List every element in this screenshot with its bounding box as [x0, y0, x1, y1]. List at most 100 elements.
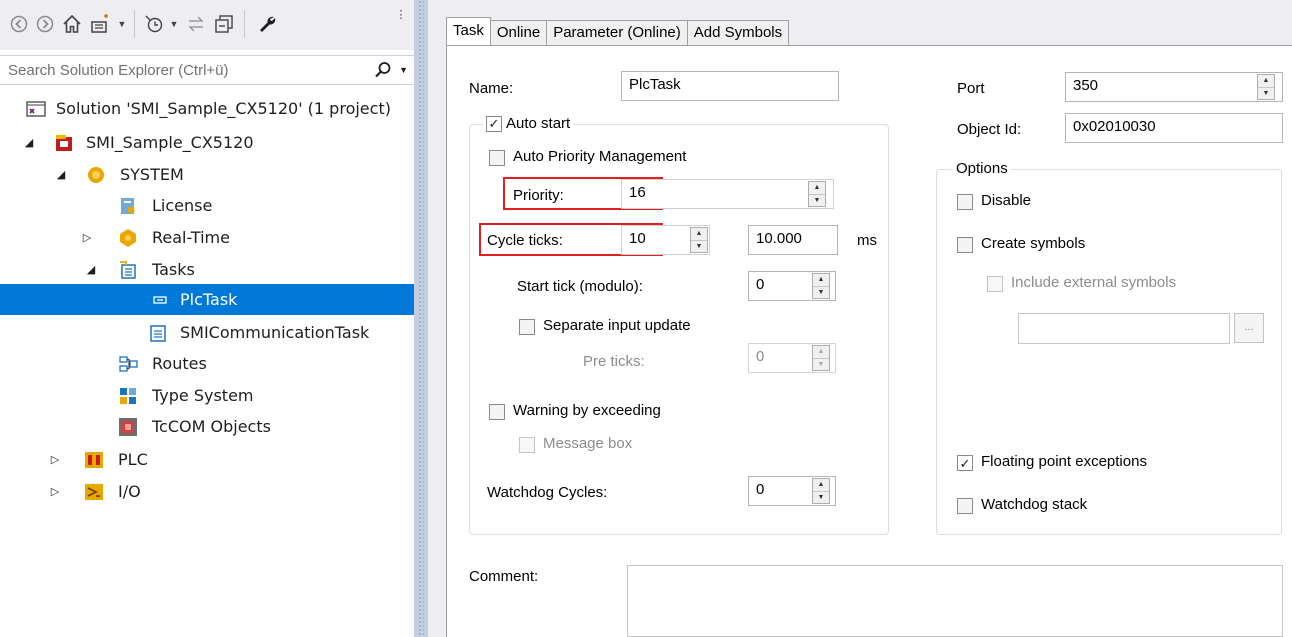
tree-item-project[interactable]: ◢ SMI_Sample_CX5120	[0, 127, 414, 158]
comment-field[interactable]	[627, 565, 1283, 637]
tree-item-plc[interactable]: ▷ PLC	[0, 444, 414, 475]
priority-spinner[interactable]: ▲ ▼	[808, 181, 826, 207]
io-icon	[84, 482, 104, 502]
tree-item-label: Type System	[152, 386, 254, 405]
pre-ticks-spinner[interactable]: ▲ ▼	[812, 345, 830, 371]
tree-item-routes[interactable]: Routes	[0, 348, 414, 379]
tab-add-symbols[interactable]: Add Symbols	[686, 20, 790, 45]
spin-up-icon[interactable]: ▲	[1258, 75, 1274, 88]
task-page: Name: PlcTask ✓ Auto start Auto Priority…	[446, 45, 1292, 637]
spin-up-icon[interactable]: ▲	[813, 274, 829, 287]
tree-item-label: SMI_Sample_CX5120	[86, 133, 254, 152]
disable-checkbox[interactable]	[957, 194, 973, 210]
object-id-label: Object Id:	[957, 121, 1022, 138]
expanded-arrow-icon[interactable]: ◢	[54, 168, 68, 181]
options-title: Options	[953, 160, 1011, 177]
object-id-field[interactable]: 0x02010030	[1065, 113, 1283, 143]
pre-ticks-label: Pre ticks:	[583, 353, 645, 370]
watchdog-cycles-label: Watchdog Cycles:	[487, 484, 608, 501]
system-icon	[86, 165, 106, 185]
spin-up-icon[interactable]: ▲	[691, 228, 707, 241]
create-symbols-checkbox[interactable]	[957, 237, 973, 253]
tree-item-tasks[interactable]: ◢ Tasks	[0, 254, 414, 285]
spin-up-icon[interactable]: ▲	[813, 479, 829, 492]
tab-parameter-online[interactable]: Parameter (Online)	[546, 20, 688, 45]
start-tick-spinner[interactable]: ▲ ▼	[812, 273, 830, 299]
tree-item-label: License	[152, 196, 213, 215]
spin-up-icon[interactable]: ▲	[809, 182, 825, 195]
tree-item-system[interactable]: ◢ SYSTEM	[0, 159, 414, 190]
port-spinner[interactable]: ▲ ▼	[1257, 74, 1275, 100]
create-symbols-label: Create symbols	[981, 235, 1086, 252]
watchdog-cycles-spinner[interactable]: ▲ ▼	[812, 478, 830, 504]
spin-down-icon[interactable]: ▼	[1258, 88, 1274, 100]
tree-item-label: PLC	[118, 450, 148, 469]
chevron-down-icon[interactable]: ▼	[168, 12, 180, 36]
forward-icon[interactable]	[34, 12, 56, 36]
search-options-chevron-icon[interactable]: ▼	[399, 65, 408, 75]
auto-priority-checkbox[interactable]	[489, 150, 505, 166]
back-icon[interactable]	[8, 12, 30, 36]
panel-splitter[interactable]	[414, 0, 428, 637]
tree-item-license[interactable]: License	[0, 190, 414, 221]
tree-item-label: Real-Time	[152, 228, 230, 247]
tab-task[interactable]: Task	[446, 17, 491, 45]
sync-icon[interactable]	[184, 12, 208, 36]
message-box-label: Message box	[543, 435, 633, 452]
home-icon[interactable]	[60, 12, 84, 36]
floating-point-label: Floating point exceptions	[981, 453, 1147, 470]
collapsed-arrow-icon[interactable]: ▷	[48, 453, 62, 466]
search-box[interactable]: Search Solution Explorer (Ctrl+ü) ▼	[0, 55, 414, 85]
message-box-checkbox[interactable]	[519, 437, 535, 453]
browse-button[interactable]: ...	[1234, 313, 1264, 343]
spin-down-icon[interactable]: ▼	[813, 359, 829, 371]
plc-task-icon	[150, 290, 170, 310]
tree-item-solution[interactable]: Solution 'SMI_Sample_CX5120' (1 project)	[0, 93, 414, 124]
task-editor: Task Online Parameter (Online) Add Symbo…	[428, 0, 1292, 637]
tree-item-label: I/O	[118, 482, 141, 501]
include-external-checkbox[interactable]	[987, 276, 1003, 292]
tree-item-typesystem[interactable]: Type System	[0, 380, 414, 411]
collapsed-arrow-icon[interactable]: ▷	[80, 231, 94, 244]
watchdog-stack-checkbox[interactable]	[957, 498, 973, 514]
spin-down-icon[interactable]: ▼	[813, 492, 829, 504]
wrench-icon[interactable]	[254, 12, 280, 36]
collapsed-arrow-icon[interactable]: ▷	[48, 485, 62, 498]
overflow-icon[interactable]: ⋮	[396, 2, 407, 26]
tree-item-io[interactable]: ▷ I/O	[0, 476, 414, 507]
chevron-down-icon[interactable]: ▼	[116, 12, 128, 36]
port-field[interactable]: 350	[1065, 72, 1283, 102]
symbols-path-field[interactable]	[1018, 313, 1230, 344]
tab-online[interactable]: Online	[489, 20, 548, 45]
collapse-all-icon[interactable]	[212, 12, 236, 36]
cycle-time-ms-field[interactable]: 10.000	[748, 225, 838, 255]
search-placeholder[interactable]: Search Solution Explorer (Ctrl+ü)	[8, 62, 229, 79]
cycle-ticks-label: Cycle ticks:	[487, 232, 563, 249]
tree-item-label: SMICommunicationTask	[180, 323, 370, 342]
spin-down-icon[interactable]: ▼	[809, 195, 825, 207]
priority-field[interactable]: 16	[621, 179, 834, 209]
cycle-ticks-spinner[interactable]: ▲ ▼	[690, 227, 708, 253]
floating-point-checkbox[interactable]: ✓	[957, 455, 973, 471]
spin-down-icon[interactable]: ▼	[813, 287, 829, 299]
tree-item-plctask[interactable]: PlcTask	[0, 284, 414, 315]
tree-item-smicommunicationtask[interactable]: SMICommunicationTask	[0, 317, 414, 348]
separate-input-checkbox[interactable]	[519, 319, 535, 335]
name-field[interactable]: PlcTask	[621, 71, 839, 101]
search-icon[interactable]	[374, 59, 392, 84]
expanded-arrow-icon[interactable]: ◢	[84, 263, 98, 276]
spin-down-icon[interactable]: ▼	[691, 241, 707, 253]
splitter-grip[interactable]	[418, 0, 424, 637]
solution-icon	[26, 99, 46, 119]
auto-priority-label: Auto Priority Management	[513, 148, 687, 165]
switch-views-icon[interactable]	[88, 12, 114, 36]
tree-item-realtime[interactable]: ▷ Real-Time	[0, 222, 414, 253]
tree-item-tccomobjects[interactable]: TcCOM Objects	[0, 411, 414, 442]
plc-icon	[84, 450, 104, 470]
auto-start-label: Auto start	[506, 115, 571, 132]
expanded-arrow-icon[interactable]: ◢	[22, 136, 36, 149]
spin-up-icon[interactable]: ▲	[813, 346, 829, 359]
auto-start-checkbox[interactable]: ✓	[486, 115, 502, 132]
warning-exceeding-checkbox[interactable]	[489, 404, 505, 420]
pending-changes-icon[interactable]	[142, 12, 166, 36]
